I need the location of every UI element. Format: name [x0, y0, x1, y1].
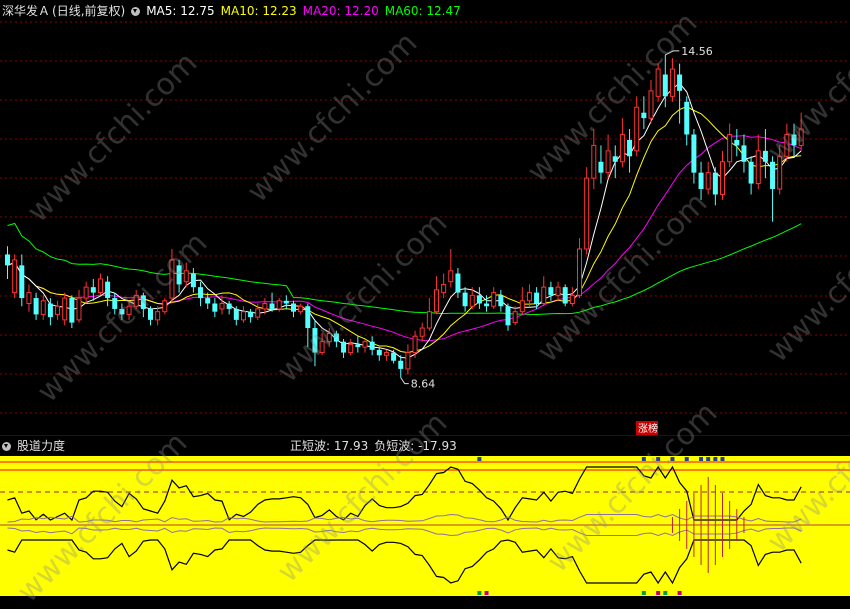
signal-marker-bottom: [677, 591, 682, 595]
signal-marker-bottom: [484, 591, 489, 595]
signal-marker-top: [670, 457, 675, 461]
signal-marker-top: [641, 457, 646, 461]
indicator-chart[interactable]: [0, 0, 850, 596]
kline-window: 深华发Ａ (日线,前复权) MA5: 12.75 MA10: 12.23 MA20: 1…: [0, 0, 850, 609]
signal-marker-top: [720, 457, 725, 461]
signal-marker-bottom: [656, 591, 661, 595]
signal-marker-bottom: [663, 591, 668, 595]
signal-marker-top: [477, 457, 482, 461]
signal-marker-top: [713, 457, 718, 461]
signal-marker-top: [684, 457, 689, 461]
signal-marker-bottom: [477, 591, 482, 595]
signal-marker-top: [706, 457, 711, 461]
signal-marker-bottom: [641, 591, 646, 595]
signal-marker-top: [699, 457, 704, 461]
signal-marker-top: [656, 457, 661, 461]
